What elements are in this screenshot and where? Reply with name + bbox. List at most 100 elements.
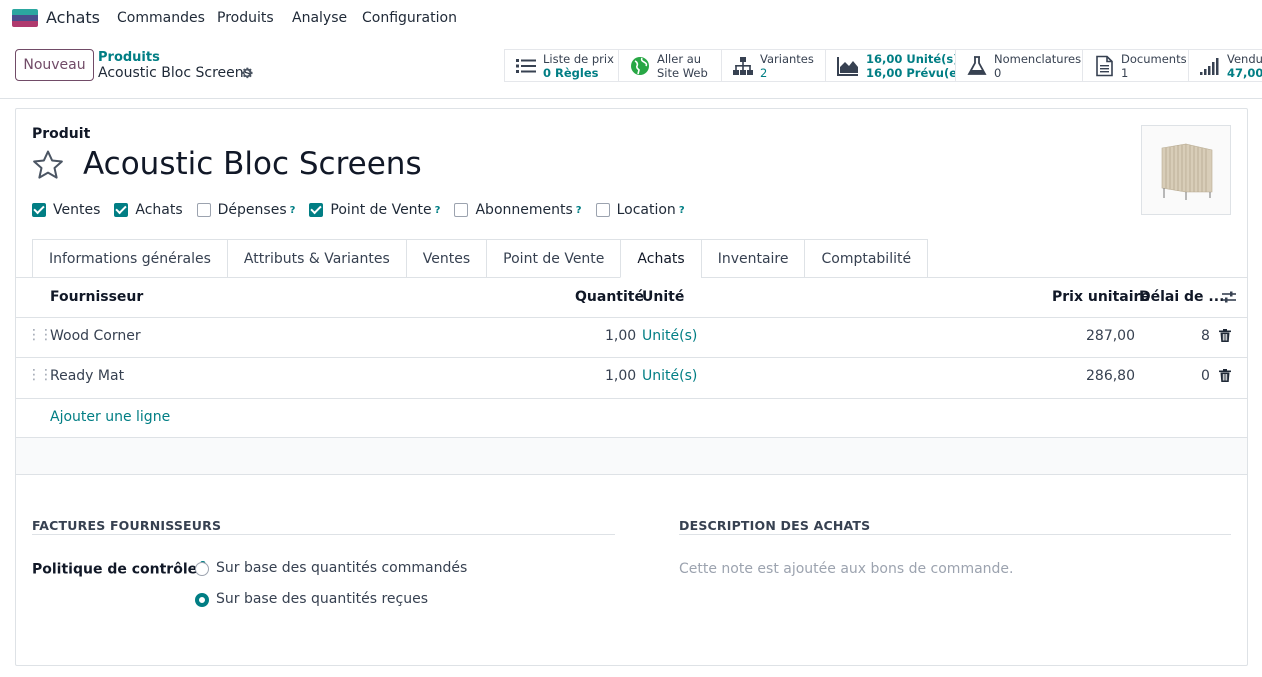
smart-button-label: Aller au — [657, 51, 702, 66]
checkbox-box[interactable] — [309, 203, 324, 217]
delay-cell[interactable]: 0 — [1201, 368, 1210, 384]
menu-analyse[interactable]: Analyse — [292, 10, 347, 26]
column-header-vendor[interactable]: Fournisseur — [50, 289, 143, 305]
gear-icon[interactable] — [240, 66, 254, 80]
tab-attributs-variantes[interactable]: Attributs & Variantes — [226, 239, 407, 278]
section-divider — [679, 534, 1231, 535]
tab-achats[interactable]: Achats — [620, 239, 702, 278]
delay-cell[interactable]: 8 — [1201, 328, 1210, 344]
tab-comptabilite[interactable]: Comptabilité — [804, 239, 929, 278]
unit-link[interactable]: Unité(s) — [642, 368, 697, 384]
smart-button-value: 0 — [994, 65, 1002, 80]
checkbox-label: Abonnements — [475, 202, 573, 218]
smart-button-value: 16,00 Unité(s) — [866, 51, 959, 66]
smart-button-bom[interactable]: Nomenclatures 0 — [955, 50, 1082, 81]
control-policy-label: Politique de contrôle? — [32, 560, 206, 578]
flask-icon — [967, 55, 987, 75]
product-title[interactable]: Acoustic Bloc Screens — [83, 146, 422, 182]
add-line-link[interactable]: Ajouter une ligne — [50, 409, 170, 425]
checkbox-label: Point de Vente — [330, 202, 432, 218]
tab-inventaire[interactable]: Inventaire — [700, 239, 806, 278]
checkbox-point-de-vente[interactable]: Point de Vente? — [309, 202, 440, 218]
radio-ordered-quantities[interactable] — [195, 562, 209, 576]
radio-label-received[interactable]: Sur base des quantités reçues — [216, 591, 428, 607]
new-button[interactable]: Nouveau — [15, 49, 94, 81]
checkbox-ventes[interactable]: Ventes — [32, 202, 100, 218]
vendor-name[interactable]: Ready Mat — [50, 368, 124, 384]
app-logo-icon[interactable] — [12, 9, 38, 27]
product-label: Produit — [32, 126, 91, 142]
smart-button-website[interactable]: Aller au Site Web — [618, 50, 721, 81]
purchase-description-field[interactable]: Cette note est ajoutée aux bons de comma… — [679, 561, 1014, 577]
checkbox-label: Ventes — [53, 202, 101, 218]
checkbox-box[interactable] — [32, 203, 46, 217]
trash-icon[interactable] — [1219, 369, 1231, 386]
drag-handle-icon[interactable]: ⋮⋮ — [27, 367, 53, 383]
trash-icon[interactable] — [1219, 329, 1231, 346]
smart-button-value-2: 16,00 Prévu(e) — [866, 65, 963, 80]
smart-button-forecast[interactable]: 16,00 Unité(s) 16,00 Prévu(e) — [825, 50, 962, 81]
checkbox-abonnements[interactable]: Abonnements? — [454, 202, 582, 218]
checkbox-box[interactable] — [114, 203, 129, 217]
optional-columns-icon[interactable] — [1221, 290, 1237, 304]
unit-price-cell[interactable]: 287,00 — [1086, 328, 1135, 344]
tab-informations-generales[interactable]: Informations générales — [32, 239, 228, 278]
smart-button-label: Nomenclatures — [994, 51, 1082, 66]
smart-button-value: 2 — [760, 65, 768, 80]
smart-buttons-bar: Liste de prix 0 Règles Aller au Site Web V… — [504, 49, 1262, 82]
tab-ventes[interactable]: Ventes — [405, 239, 488, 278]
row-divider — [16, 398, 1247, 399]
smart-button-variants[interactable]: Variantes 2 — [721, 50, 825, 81]
checkbox-label: Location — [616, 202, 676, 218]
checkbox-achats[interactable]: Achats — [114, 202, 183, 218]
smart-button-sold[interactable]: Vendu47,00 U — [1188, 50, 1262, 81]
area-chart-icon — [837, 56, 858, 76]
sitemap-icon — [733, 56, 753, 75]
section-divider — [32, 534, 615, 535]
product-image[interactable] — [1141, 125, 1231, 215]
control-panel-divider — [0, 98, 1262, 99]
menu-commandes[interactable]: Commandes — [117, 10, 205, 26]
column-header-quantity[interactable]: Quantité — [575, 289, 644, 305]
smart-button-documents[interactable]: Documents 1 — [1082, 50, 1188, 81]
drag-handle-icon[interactable]: ⋮⋮ — [27, 327, 53, 343]
smart-button-pricelist[interactable]: Liste de prix 0 Règles — [504, 50, 618, 81]
help-tooltip-icon[interactable]: ? — [576, 205, 582, 216]
app-name[interactable]: Achats — [46, 8, 100, 27]
quantity-cell[interactable]: 1,00 — [605, 328, 636, 344]
quantity-cell[interactable]: 1,00 — [605, 368, 636, 384]
smart-button-value: 0 Règles — [543, 65, 599, 80]
smart-button-value: 1 — [1121, 65, 1129, 80]
tab-point-de-vente[interactable]: Point de Vente — [486, 239, 622, 278]
star-icon[interactable] — [31, 148, 65, 182]
checkbox-location[interactable]: Location? — [595, 202, 685, 218]
top-navbar: Achats Commandes Produits Analyse Config… — [0, 0, 1262, 36]
smart-button-label: Documents — [1121, 51, 1187, 66]
radio-received-quantities[interactable] — [195, 593, 209, 607]
unit-link[interactable]: Unité(s) — [642, 328, 697, 344]
breadcrumb-produits[interactable]: Produits — [98, 50, 160, 65]
smart-button-label-2: Site Web — [657, 65, 708, 80]
unit-price-cell[interactable]: 286,80 — [1086, 368, 1135, 384]
globe-icon — [631, 56, 649, 75]
menu-configuration[interactable]: Configuration — [362, 10, 457, 26]
table-footer — [16, 437, 1247, 475]
help-tooltip-icon[interactable]: ? — [290, 205, 296, 216]
column-header-unit[interactable]: Unité — [642, 289, 684, 305]
checkbox-box[interactable] — [595, 203, 610, 217]
checkbox-box[interactable] — [454, 203, 469, 217]
smart-button-value: 47,00 U — [1227, 65, 1262, 80]
help-tooltip-icon[interactable]: ? — [679, 205, 685, 216]
radio-label-ordered[interactable]: Sur base des quantités commandés — [216, 560, 467, 576]
checkbox-box[interactable] — [196, 203, 211, 217]
help-tooltip-icon[interactable]: ? — [435, 205, 441, 216]
menu-produits[interactable]: Produits — [217, 10, 274, 26]
smart-button-label: Liste de prix — [543, 51, 614, 66]
product-flags: Ventes Achats Dépenses? Point de Vente? … — [32, 202, 699, 218]
column-header-delay[interactable]: Délai de ... — [1139, 289, 1224, 305]
column-header-unit-price[interactable]: Prix unitaire — [1052, 289, 1150, 305]
checkbox-label: Dépenses — [217, 202, 287, 218]
vendor-name[interactable]: Wood Corner — [50, 328, 141, 344]
checkbox-depenses[interactable]: Dépenses? — [196, 202, 296, 218]
section-title-purchase-description: DESCRIPTION DES ACHATS — [679, 518, 871, 533]
